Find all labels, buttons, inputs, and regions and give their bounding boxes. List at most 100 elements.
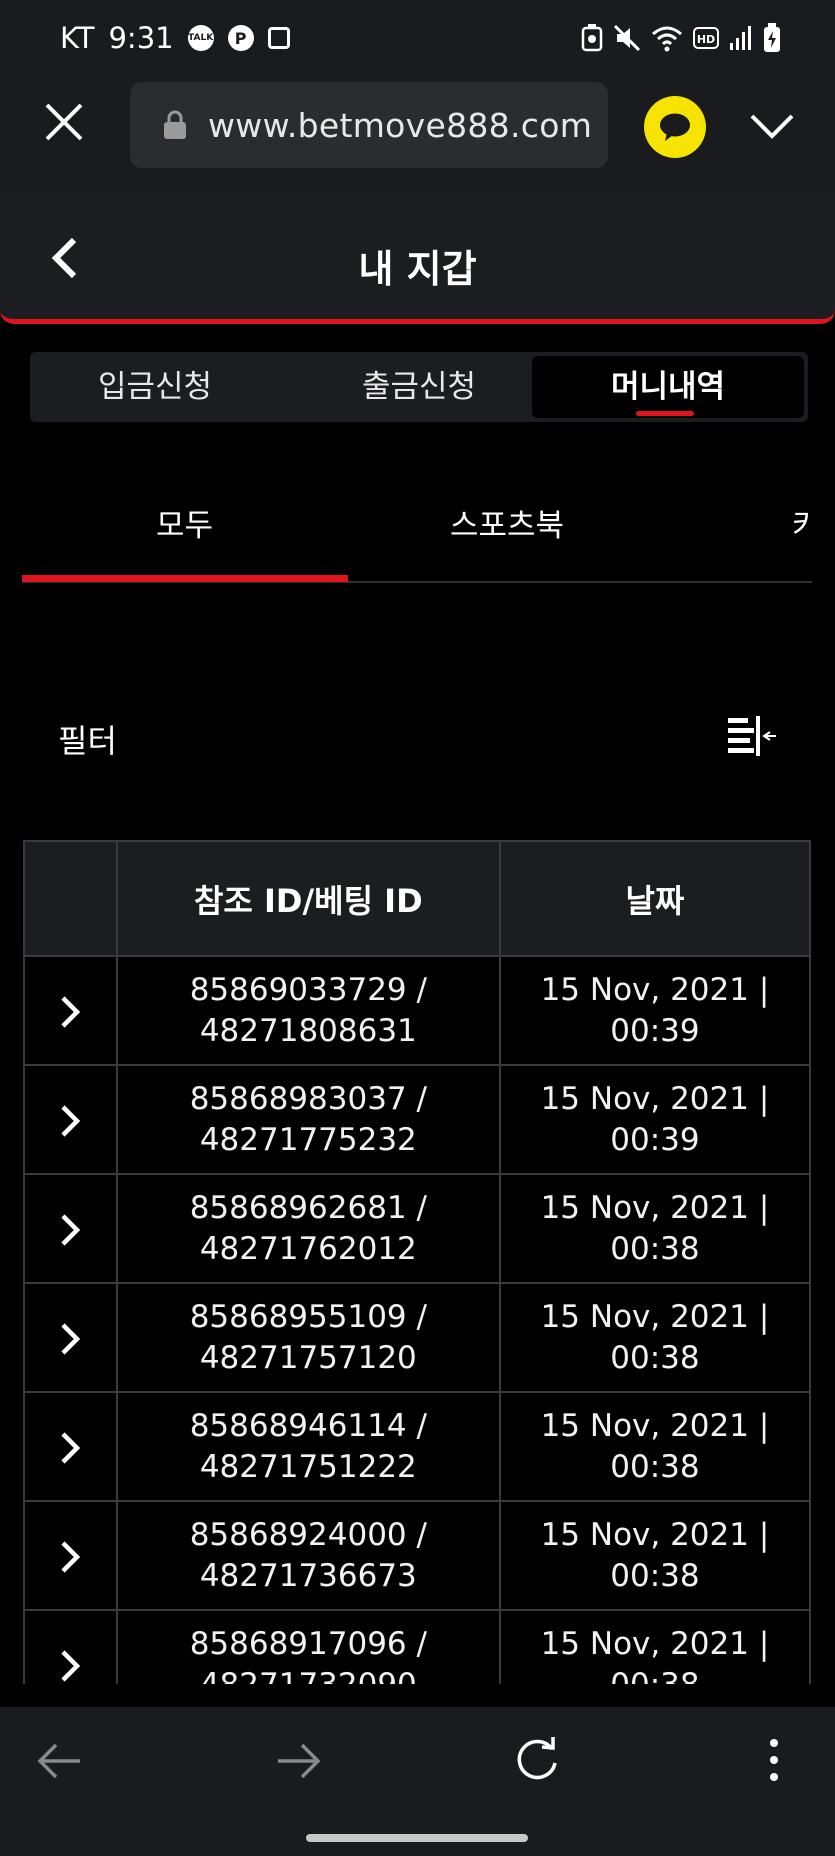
time: 00:38 — [501, 1665, 809, 1685]
hd-voice-icon: HD — [693, 27, 719, 49]
tab-casino[interactable]: 카 — [792, 500, 812, 545]
chevron-right-icon[interactable] — [59, 1321, 81, 1357]
status-left: KT 9:31 TALK P — [60, 18, 290, 58]
screenshot-notification-icon — [267, 27, 290, 49]
bet-id: 48271762012 — [199, 1230, 417, 1267]
date: 15 Nov, 2021 | — [540, 1625, 770, 1662]
ref-id: 85868924000 / — [189, 1516, 427, 1553]
date-column-header: 날짜 — [498, 840, 811, 957]
bet-id: 48271775232 — [199, 1121, 417, 1158]
ref-id: 85868983037 / — [189, 1080, 427, 1117]
tab-deposit-request[interactable]: 입금신청 — [30, 352, 280, 422]
status-bar: KT 9:31 TALK P HD — [0, 0, 835, 76]
address-bar[interactable]: www.betmove888.com — [130, 82, 608, 168]
date: 15 Nov, 2021 | — [540, 1298, 770, 1335]
bet-id: 48271732090 — [118, 1665, 499, 1685]
tab-money-history[interactable]: 머니내역 — [532, 356, 804, 418]
mute-icon — [613, 24, 641, 52]
arrow-right-icon[interactable] — [274, 1739, 322, 1783]
date-cell: 15 Nov, 2021 | 00:38 — [498, 1500, 811, 1611]
expand-cell[interactable] — [23, 955, 118, 1066]
expand-cell[interactable] — [23, 1609, 118, 1684]
ref-id: 85868917096 / — [189, 1625, 427, 1662]
ref-id: 85868955109 / — [189, 1298, 427, 1335]
chevron-right-icon[interactable] — [59, 1648, 81, 1684]
ref-id-cell: 85868946114 / 48271751222 — [115, 1391, 501, 1502]
table-row[interactable]: 85868955109 / 48271757120 15 Nov, 2021 | 0… — [23, 1282, 811, 1393]
kakao-chat-icon — [660, 113, 690, 141]
bet-id: 48271751222 — [199, 1448, 417, 1485]
table-row[interactable]: 85869033729 / 48271808631 15 Nov, 2021 | 0… — [23, 955, 811, 1066]
expand-cell[interactable] — [23, 1391, 118, 1502]
battery-saver-icon — [581, 24, 603, 52]
more-vertical-icon[interactable] — [766, 1737, 782, 1783]
close-icon[interactable] — [42, 100, 86, 144]
ref-id: 85868962681 / — [189, 1189, 427, 1226]
wifi-icon — [652, 26, 682, 52]
tab-sportsbook[interactable]: 스포츠북 — [450, 500, 564, 545]
expand-cell[interactable] — [23, 1282, 118, 1393]
filter-label[interactable]: 필터 — [58, 716, 117, 762]
time: 00:39 — [610, 1012, 700, 1049]
money-history-table: 참조 ID/베팅 ID 날짜 85869033729 / 48271808631 … — [23, 840, 811, 1684]
table-row[interactable]: 85868983037 / 48271775232 15 Nov, 2021 | 0… — [23, 1064, 811, 1175]
time: 00:38 — [610, 1230, 700, 1267]
signal-icon — [730, 26, 751, 50]
table-row[interactable]: 85868924000 / 48271736673 15 Nov, 2021 | 0… — [23, 1500, 811, 1611]
ref-id-cell: 85868962681 / 48271762012 — [115, 1173, 501, 1284]
home-indicator[interactable] — [306, 1834, 528, 1842]
date: 15 Nov, 2021 | — [540, 1080, 770, 1117]
svg-text:HD: HD — [697, 33, 715, 46]
page-title: 내 지갑 — [358, 247, 477, 291]
active-tab-indicator — [636, 411, 694, 416]
browser-bottom-nav — [0, 1707, 835, 1822]
ref-id-cell: 85868917096 / 48271732090 — [115, 1609, 501, 1685]
kakaotalk-notification-icon: TALK — [187, 25, 214, 51]
ref-id: 85869033729 / — [189, 971, 427, 1008]
arrow-left-icon[interactable] — [36, 1739, 84, 1783]
kakao-chat-button[interactable] — [644, 96, 706, 158]
date-cell: 15 Nov, 2021 | 00:38 — [498, 1609, 811, 1685]
ref-id-cell: 85868924000 / 48271736673 — [115, 1500, 501, 1611]
chevron-right-icon[interactable] — [59, 1430, 81, 1466]
date-cell: 15 Nov, 2021 | 00:38 — [498, 1282, 811, 1393]
tab-withdraw-request[interactable]: 출금신청 — [280, 352, 558, 422]
expand-cell[interactable] — [23, 1500, 118, 1611]
browser-toolbar: www.betmove888.com — [0, 76, 835, 190]
url-text: www.betmove888.com — [208, 105, 593, 145]
time: 00:38 — [610, 1557, 700, 1594]
ref-id-cell: 85869033729 / 48271808631 — [115, 955, 501, 1066]
table-row[interactable]: 85868946114 / 48271751222 15 Nov, 2021 | 0… — [23, 1391, 811, 1502]
date-cell: 15 Nov, 2021 | 00:38 — [498, 1173, 811, 1284]
time: 00:39 — [610, 1121, 700, 1158]
expand-column-header — [23, 840, 118, 957]
table-row[interactable]: 85868917096 / 48271732090 15 Nov, 2021 | 0… — [23, 1609, 811, 1685]
date: 15 Nov, 2021 | — [540, 1516, 770, 1553]
date-cell: 15 Nov, 2021 | 00:39 — [498, 955, 811, 1066]
expand-cell[interactable] — [23, 1173, 118, 1284]
pinterest-notification-icon: P — [227, 25, 254, 51]
date-cell: 15 Nov, 2021 | 00:38 — [498, 1391, 811, 1502]
bet-id: 48271808631 — [199, 1012, 417, 1049]
chevron-right-icon[interactable] — [59, 1103, 81, 1139]
date: 15 Nov, 2021 | — [540, 1407, 770, 1444]
date-cell: 15 Nov, 2021 | 00:39 — [498, 1064, 811, 1175]
ref-id-cell: 85868955109 / 48271757120 — [115, 1282, 501, 1393]
table-row[interactable]: 85868962681 / 48271762012 15 Nov, 2021 | 0… — [23, 1173, 811, 1284]
category-active-indicator — [22, 575, 348, 582]
date: 15 Nov, 2021 | — [540, 1189, 770, 1226]
talk-text: TALK — [188, 33, 214, 43]
filter-collapse-icon[interactable] — [726, 712, 778, 762]
date: 15 Nov, 2021 | — [540, 971, 770, 1008]
refresh-icon[interactable] — [512, 1735, 562, 1785]
status-right: HD — [581, 22, 781, 54]
lock-icon — [164, 110, 186, 139]
chevron-right-icon[interactable] — [59, 1539, 81, 1575]
carrier-label: KT — [60, 21, 95, 55]
chevron-right-icon[interactable] — [59, 1212, 81, 1248]
chevron-right-icon[interactable] — [59, 994, 81, 1030]
chevron-down-icon[interactable] — [748, 106, 796, 146]
tab-all[interactable]: 모두 — [156, 500, 213, 545]
expand-cell[interactable] — [23, 1064, 118, 1175]
ref-id-cell: 85868983037 / 48271775232 — [115, 1064, 501, 1175]
